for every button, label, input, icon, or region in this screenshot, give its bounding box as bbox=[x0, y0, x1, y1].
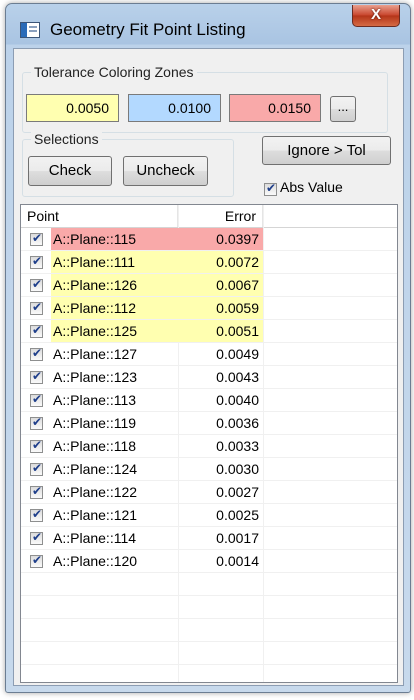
table-row[interactable]: A::Plane::120 0.0014 bbox=[21, 550, 397, 573]
error-value-cell: 0.0027 bbox=[216, 484, 259, 500]
row-checkbox[interactable] bbox=[30, 254, 43, 269]
row-checkbox[interactable] bbox=[30, 369, 43, 384]
table-row[interactable]: A::Plane::124 0.0030 bbox=[21, 458, 397, 481]
table-row[interactable]: A::Plane::113 0.0040 bbox=[21, 389, 397, 412]
point-name-cell: A::Plane::115 bbox=[51, 228, 180, 250]
column-header-error[interactable]: Error bbox=[178, 205, 263, 227]
table-row[interactable]: A::Plane::121 0.0025 bbox=[21, 504, 397, 527]
ignore-greater-tol-button[interactable]: Ignore > Tol bbox=[262, 136, 391, 165]
point-name-cell: A::Plane::114 bbox=[53, 530, 137, 546]
list-header: Point Error bbox=[21, 205, 397, 228]
point-name-cell: A::Plane::124 bbox=[53, 461, 138, 477]
selections-group: Selections Check Uncheck bbox=[22, 131, 234, 197]
point-name-cell: A::Plane::123 bbox=[53, 369, 138, 385]
table-row[interactable]: A::Plane::1120.0059 bbox=[21, 297, 397, 320]
row-checkbox[interactable] bbox=[30, 438, 43, 453]
error-value-cell: 0.0014 bbox=[216, 553, 259, 569]
column-header-point[interactable]: Point bbox=[21, 205, 178, 227]
error-value-cell: 0.0051 bbox=[178, 320, 263, 342]
table-row[interactable]: A::Plane::1110.0072 bbox=[21, 251, 397, 274]
table-row[interactable]: A::Plane::119 0.0036 bbox=[21, 412, 397, 435]
row-checkbox[interactable] bbox=[30, 415, 43, 430]
row-checkbox[interactable] bbox=[30, 530, 43, 545]
row-checkbox[interactable] bbox=[30, 392, 43, 407]
row-checkbox[interactable] bbox=[30, 484, 43, 499]
point-name-cell: A::Plane::121 bbox=[53, 507, 138, 523]
table-row[interactable]: A::Plane::122 0.0027 bbox=[21, 481, 397, 504]
point-name-cell: A::Plane::118 bbox=[53, 438, 137, 454]
abs-value-label: Abs Value bbox=[280, 179, 343, 195]
selections-group-label: Selections bbox=[31, 131, 102, 147]
row-checkbox[interactable] bbox=[30, 231, 43, 246]
error-value-cell: 0.0025 bbox=[216, 507, 259, 523]
row-checkbox[interactable] bbox=[30, 346, 43, 361]
point-name-cell: A::Plane::126 bbox=[51, 274, 180, 296]
table-row[interactable]: A::Plane::1150.0397 bbox=[21, 228, 397, 251]
tolerance-zone-high-field[interactable]: 0.0150 bbox=[229, 94, 321, 122]
empty-row bbox=[21, 619, 397, 642]
point-name-cell: A::Plane::125 bbox=[51, 320, 180, 342]
error-value-cell: 0.0059 bbox=[178, 297, 263, 319]
row-checkbox[interactable] bbox=[30, 323, 43, 338]
point-name-cell: A::Plane::112 bbox=[51, 297, 180, 319]
error-value-cell: 0.0072 bbox=[178, 251, 263, 273]
uncheck-button[interactable]: Uncheck bbox=[123, 156, 208, 186]
dialog-client-area: Tolerance Coloring Zones 0.0050 0.0100 0… bbox=[13, 48, 404, 686]
dialog-window: Geometry Fit Point Listing X Tolerance C… bbox=[5, 3, 411, 693]
error-value-cell: 0.0036 bbox=[216, 415, 259, 431]
error-value-cell: 0.0067 bbox=[178, 274, 263, 296]
abs-value-checkbox[interactable] bbox=[264, 181, 277, 196]
table-row[interactable]: A::Plane::118 0.0033 bbox=[21, 435, 397, 458]
row-checkbox[interactable] bbox=[30, 507, 43, 522]
title-bar[interactable]: Geometry Fit Point Listing X bbox=[6, 4, 410, 48]
close-button[interactable]: X bbox=[352, 5, 400, 27]
more-options-button[interactable]: ... bbox=[330, 96, 356, 122]
row-checkbox[interactable] bbox=[30, 553, 43, 568]
app-window-icon bbox=[20, 22, 40, 38]
error-value-cell: 0.0043 bbox=[216, 369, 259, 385]
error-value-cell: 0.0397 bbox=[178, 228, 263, 250]
tolerance-group-label: Tolerance Coloring Zones bbox=[31, 64, 197, 80]
tolerance-group: Tolerance Coloring Zones 0.0050 0.0100 0… bbox=[22, 64, 388, 133]
empty-row bbox=[21, 665, 397, 682]
row-checkbox[interactable] bbox=[30, 461, 43, 476]
table-row[interactable]: A::Plane::114 0.0017 bbox=[21, 527, 397, 550]
empty-row bbox=[21, 642, 397, 665]
error-value-cell: 0.0030 bbox=[216, 461, 259, 477]
point-name-cell: A::Plane::120 bbox=[53, 553, 138, 569]
point-list[interactable]: Point Error A::Plane::1150.0397A::Plane:… bbox=[20, 204, 398, 683]
point-name-cell: A::Plane::119 bbox=[53, 415, 137, 431]
empty-row bbox=[21, 596, 397, 619]
row-checkbox[interactable] bbox=[30, 300, 43, 315]
point-name-cell: A::Plane::127 bbox=[53, 346, 138, 362]
row-checkbox[interactable] bbox=[30, 277, 43, 292]
point-name-cell: A::Plane::113 bbox=[53, 392, 137, 408]
table-row[interactable]: A::Plane::1260.0067 bbox=[21, 274, 397, 297]
tolerance-zone-mid-field[interactable]: 0.0100 bbox=[128, 94, 221, 122]
error-value-cell: 0.0040 bbox=[216, 392, 259, 408]
error-value-cell: 0.0049 bbox=[216, 346, 259, 362]
table-row[interactable]: A::Plane::127 0.0049 bbox=[21, 343, 397, 366]
tolerance-zone-low-field[interactable]: 0.0050 bbox=[26, 94, 119, 122]
table-row[interactable]: A::Plane::1250.0051 bbox=[21, 320, 397, 343]
point-name-cell: A::Plane::111 bbox=[51, 251, 180, 273]
check-button[interactable]: Check bbox=[28, 156, 112, 186]
window-title: Geometry Fit Point Listing bbox=[50, 20, 246, 39]
empty-row bbox=[21, 573, 397, 596]
table-row[interactable]: A::Plane::123 0.0043 bbox=[21, 366, 397, 389]
error-value-cell: 0.0033 bbox=[216, 438, 259, 454]
error-value-cell: 0.0017 bbox=[216, 530, 259, 546]
point-name-cell: A::Plane::122 bbox=[53, 484, 138, 500]
